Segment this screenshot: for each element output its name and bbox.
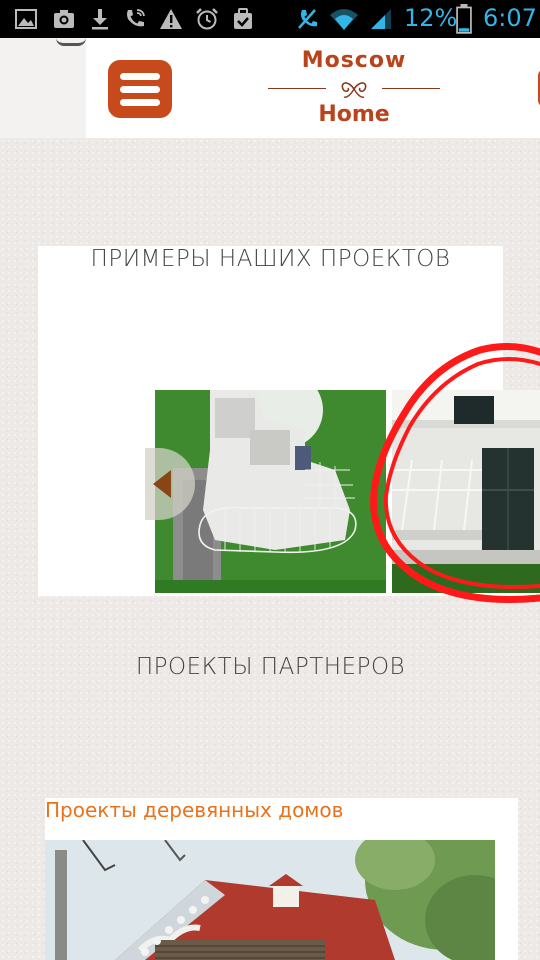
image-icon bbox=[15, 9, 37, 29]
logo-text-moscow: Moscow bbox=[301, 48, 407, 73]
download-icon bbox=[92, 9, 108, 30]
projects-heading: ПРИМЕРЫ НАШИХ ПРОЕКТОВ bbox=[90, 246, 451, 272]
signal-icon bbox=[371, 9, 391, 29]
site-header: Moscow Home bbox=[86, 38, 540, 138]
menu-button[interactable] bbox=[108, 60, 172, 118]
wifi-icon bbox=[330, 9, 358, 30]
header-left-strip bbox=[0, 38, 86, 138]
house-render-image bbox=[392, 390, 540, 593]
alarm-icon bbox=[196, 8, 218, 30]
warning-icon bbox=[160, 9, 182, 29]
decorative-curve bbox=[56, 38, 86, 46]
wooden-houses-title[interactable]: Проекты деревянных домов bbox=[45, 798, 343, 822]
status-time: 6:07 bbox=[483, 4, 537, 32]
site-logo[interactable]: Moscow Home bbox=[268, 46, 440, 134]
status-bar: 12% 6:07 bbox=[0, 0, 540, 38]
ornament-icon bbox=[341, 82, 367, 98]
camera-icon bbox=[54, 10, 74, 28]
battery-percent: 12% bbox=[404, 4, 458, 32]
wooden-house-photo[interactable] bbox=[45, 840, 495, 960]
partners-heading: ПРОЕКТЫ ПАРТНЕРОВ bbox=[135, 654, 406, 680]
call-icon bbox=[127, 9, 145, 27]
clipboard-check-icon bbox=[234, 8, 252, 29]
carousel-slide-house-render[interactable] bbox=[392, 390, 540, 593]
hamburger-icon bbox=[120, 72, 160, 80]
battery-icon bbox=[456, 4, 472, 34]
arrow-left-icon bbox=[153, 470, 171, 498]
logo-text-home: Home bbox=[318, 102, 390, 127]
mute-icon bbox=[298, 9, 317, 29]
